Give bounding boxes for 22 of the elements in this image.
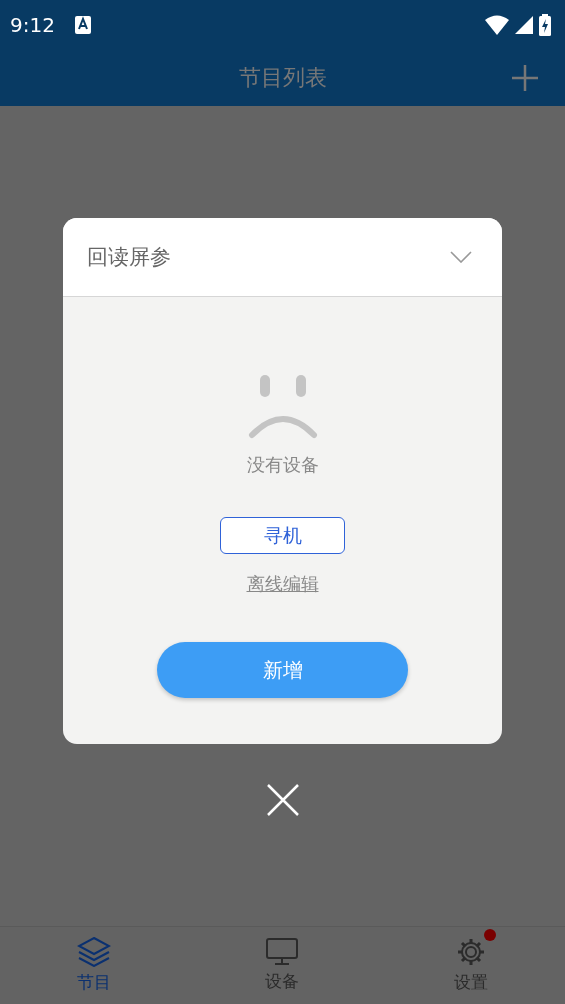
wifi-icon — [485, 15, 509, 35]
empty-message: 没有设备 — [246, 453, 319, 477]
sad-face-icon — [247, 375, 318, 439]
page-title: 节目列表 — [238, 64, 327, 92]
monitor-icon — [266, 938, 299, 966]
nav-tab[interactable]: 节目 — [0, 927, 189, 1004]
battery-icon — [539, 14, 551, 36]
keyboard-a-icon — [74, 16, 91, 34]
dialog-header[interactable]: 回读屏参 — [63, 218, 502, 297]
layers-icon — [77, 937, 112, 967]
add-icon[interactable] — [511, 64, 539, 92]
chevron-icon[interactable] — [450, 251, 472, 263]
nav-tab[interactable]: 设备 — [188, 927, 377, 1004]
dialog-title: 回读屏参 — [87, 244, 172, 271]
nav-tab[interactable]: 设置 — [376, 927, 565, 1004]
gear-icon — [455, 937, 486, 967]
signal-icon — [515, 16, 533, 34]
search-device-button[interactable]: 寻机 — [220, 517, 345, 554]
status-time: 9:12 — [10, 13, 55, 37]
offline-edit-link[interactable]: 离线编辑 — [246, 572, 319, 596]
add-button[interactable]: 新增 — [157, 642, 408, 698]
close-icon[interactable] — [266, 784, 299, 816]
